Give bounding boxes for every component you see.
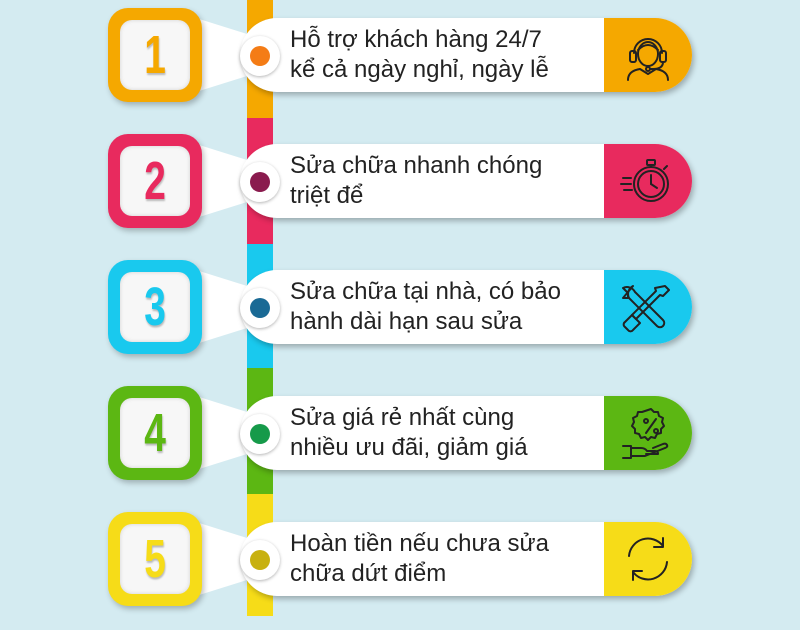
- feature-card: Sửa giá rẻ nhất cùng nhiều ưu đãi, giảm …: [240, 396, 692, 470]
- infographic: 1 Hỗ trợ khách hàng 24/7 kể cả ngày nghỉ…: [0, 0, 800, 616]
- feature-line-2: triệt để: [290, 182, 364, 209]
- list-item-4: 4 Sửa giá rẻ nhất cùng nhiều ưu đãi, giả…: [0, 380, 800, 504]
- number-label: 1: [144, 25, 166, 85]
- wrench-screwdriver-icon: [622, 285, 670, 333]
- feature-line-1: Sửa giá rẻ nhất cùng: [290, 404, 515, 431]
- feature-card: Hỗ trợ khách hàng 24/7 kể cả ngày nghỉ, …: [240, 18, 692, 92]
- number-badge: 3: [108, 260, 202, 354]
- number-badge: 5: [108, 512, 202, 606]
- refund-cycle-icon: [628, 537, 668, 581]
- feature-line-1: Sửa chữa tại nhà, có bảo: [290, 278, 561, 305]
- list-item-1: 1 Hỗ trợ khách hàng 24/7 kể cả ngày nghỉ…: [0, 2, 800, 126]
- list-item-5: 5 Hoàn tiền nếu chưa sửa chữa dứt điểm: [0, 506, 800, 630]
- number-label: 4: [144, 403, 166, 463]
- timeline-dot: [240, 414, 280, 454]
- feature-card: Sửa chữa nhanh chóng triệt để: [240, 144, 692, 218]
- number-badge: 2: [108, 134, 202, 228]
- timeline-dot: [240, 36, 280, 76]
- timeline-dot: [240, 288, 280, 328]
- number-label: 2: [144, 151, 166, 211]
- number-label: 5: [144, 529, 166, 589]
- number-label: 3: [144, 277, 166, 337]
- feature-line-2: nhiều ưu đãi, giảm giá: [290, 434, 528, 461]
- feature-card: Sửa chữa tại nhà, có bảo hành dài hạn sa…: [240, 270, 692, 344]
- feature-line-1: Hoàn tiền nếu chưa sửa: [290, 530, 549, 557]
- stopwatch-icon: [620, 159, 669, 202]
- headset-support-icon: [627, 38, 669, 81]
- feature-line-2: chữa dứt điểm: [290, 560, 447, 587]
- list-item-3: 3 Sửa chữa tại nhà, có bảo hành dài hạn …: [0, 254, 800, 378]
- timeline-dot: [240, 540, 280, 580]
- list-item-2: 2 Sửa chữa nhanh chóng triệt để: [0, 128, 800, 252]
- number-badge: 1: [108, 8, 202, 102]
- timeline-dot: [240, 162, 280, 202]
- feature-line-1: Sửa chữa nhanh chóng: [290, 152, 543, 179]
- feature-line-2: hành dài hạn sau sửa: [290, 308, 523, 335]
- feature-card: Hoàn tiền nếu chưa sửa chữa dứt điểm: [240, 522, 692, 596]
- feature-line-1: Hỗ trợ khách hàng 24/7: [290, 26, 542, 53]
- discount-hand-icon: [622, 408, 669, 459]
- feature-line-2: kể cả ngày nghỉ, ngày lễ: [290, 56, 549, 83]
- number-badge: 4: [108, 386, 202, 480]
